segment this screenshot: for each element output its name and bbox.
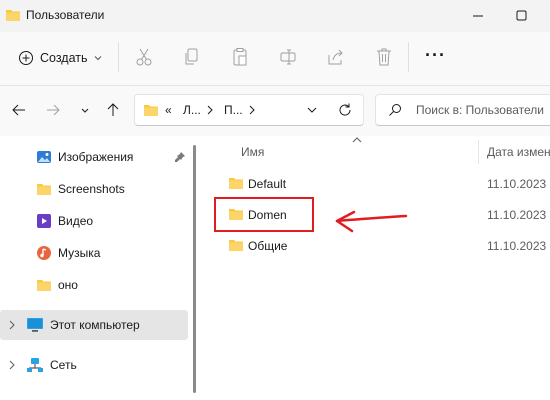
toolbar-separator xyxy=(408,42,409,72)
column-header-date[interactable]: Дата измен xyxy=(487,145,550,159)
paste-icon[interactable] xyxy=(230,46,250,68)
rename-icon[interactable] xyxy=(278,46,298,68)
network-icon xyxy=(26,357,44,373)
video-icon xyxy=(36,213,52,229)
create-label: Создать xyxy=(40,51,88,65)
refresh-icon[interactable] xyxy=(337,102,353,118)
sidebar-item-screenshots[interactable]: Screenshots xyxy=(0,174,188,204)
expand-chevron-icon[interactable] xyxy=(8,320,16,330)
folder-icon xyxy=(36,278,52,292)
folder-icon xyxy=(228,176,244,190)
sidebar-item-network[interactable]: Сеть xyxy=(0,350,188,380)
sidebar-item-label: Видео xyxy=(58,214,94,228)
chevron-down-icon xyxy=(94,55,102,61)
back-arrow-icon[interactable] xyxy=(10,101,28,119)
sidebar-item-label: Сеть xyxy=(50,358,77,372)
cut-icon[interactable] xyxy=(134,46,154,68)
sidebar-item-music[interactable]: Музыка xyxy=(0,238,188,268)
breadcrumb-overflow[interactable]: « xyxy=(165,103,172,117)
annotation-arrow-icon xyxy=(332,206,410,236)
computer-icon xyxy=(26,317,44,333)
sort-ascending-icon xyxy=(352,137,362,143)
sidebar-item-label: Screenshots xyxy=(58,182,125,196)
file-row[interactable]: Default 11.10.2023 5 xyxy=(226,175,550,193)
folder-icon xyxy=(228,238,244,252)
file-date: 11.10.2023 5 xyxy=(487,208,550,222)
file-name: Default xyxy=(248,177,287,191)
window-title: Пользователи xyxy=(26,8,105,22)
annotation-highlight-box xyxy=(214,197,314,232)
breadcrumb-item[interactable]: Л... xyxy=(183,103,201,117)
sidebar-scrollbar[interactable] xyxy=(193,145,196,393)
folder-icon xyxy=(5,8,21,22)
maximize-button[interactable] xyxy=(514,8,530,24)
chevron-right-icon xyxy=(206,105,214,115)
forward-arrow-icon[interactable] xyxy=(44,101,62,119)
minimize-button[interactable] xyxy=(470,8,486,24)
file-date: 11.10.2023 5 xyxy=(487,177,550,191)
add-icon xyxy=(18,50,34,66)
sidebar-item-label: Этот компьютер xyxy=(50,318,140,332)
file-name: Общие xyxy=(248,239,288,253)
pin-icon[interactable] xyxy=(174,151,186,163)
share-icon[interactable] xyxy=(326,46,346,68)
toolbar-separator xyxy=(118,42,119,72)
create-button[interactable]: Создать xyxy=(12,44,108,72)
folder-icon xyxy=(143,103,159,117)
sidebar-item-ono[interactable]: оно xyxy=(0,270,188,300)
sidebar-item-video[interactable]: Видео xyxy=(0,206,188,236)
breadcrumb-item[interactable]: П... xyxy=(224,103,243,117)
up-arrow-icon[interactable] xyxy=(104,101,122,119)
chevron-right-icon xyxy=(248,105,256,115)
address-history-chevron-icon[interactable] xyxy=(306,104,318,116)
more-icon[interactable]: ··· xyxy=(425,45,446,66)
sidebar-item-label: Изображения xyxy=(58,150,134,164)
sidebar-item-label: оно xyxy=(58,278,78,292)
file-date: 11.10.2023 5 xyxy=(487,239,550,253)
file-row[interactable]: Общие 11.10.2023 5 xyxy=(226,237,550,255)
search-placeholder[interactable]: Поиск в: Пользователи xyxy=(416,103,544,117)
sidebar-item-this-pc[interactable]: Этот компьютер xyxy=(0,310,188,340)
search-icon xyxy=(388,103,402,117)
column-divider[interactable] xyxy=(478,140,479,164)
sidebar-item-pictures[interactable]: Изображения xyxy=(0,142,188,172)
copy-icon[interactable] xyxy=(182,46,202,68)
delete-icon[interactable] xyxy=(374,46,394,68)
pictures-icon xyxy=(36,149,52,165)
music-icon xyxy=(36,245,52,261)
sidebar-item-label: Музыка xyxy=(58,246,101,260)
column-header-name[interactable]: Имя xyxy=(241,145,264,159)
expand-chevron-icon[interactable] xyxy=(8,360,16,370)
recent-chevron-icon[interactable] xyxy=(76,101,94,119)
folder-icon xyxy=(36,182,52,196)
